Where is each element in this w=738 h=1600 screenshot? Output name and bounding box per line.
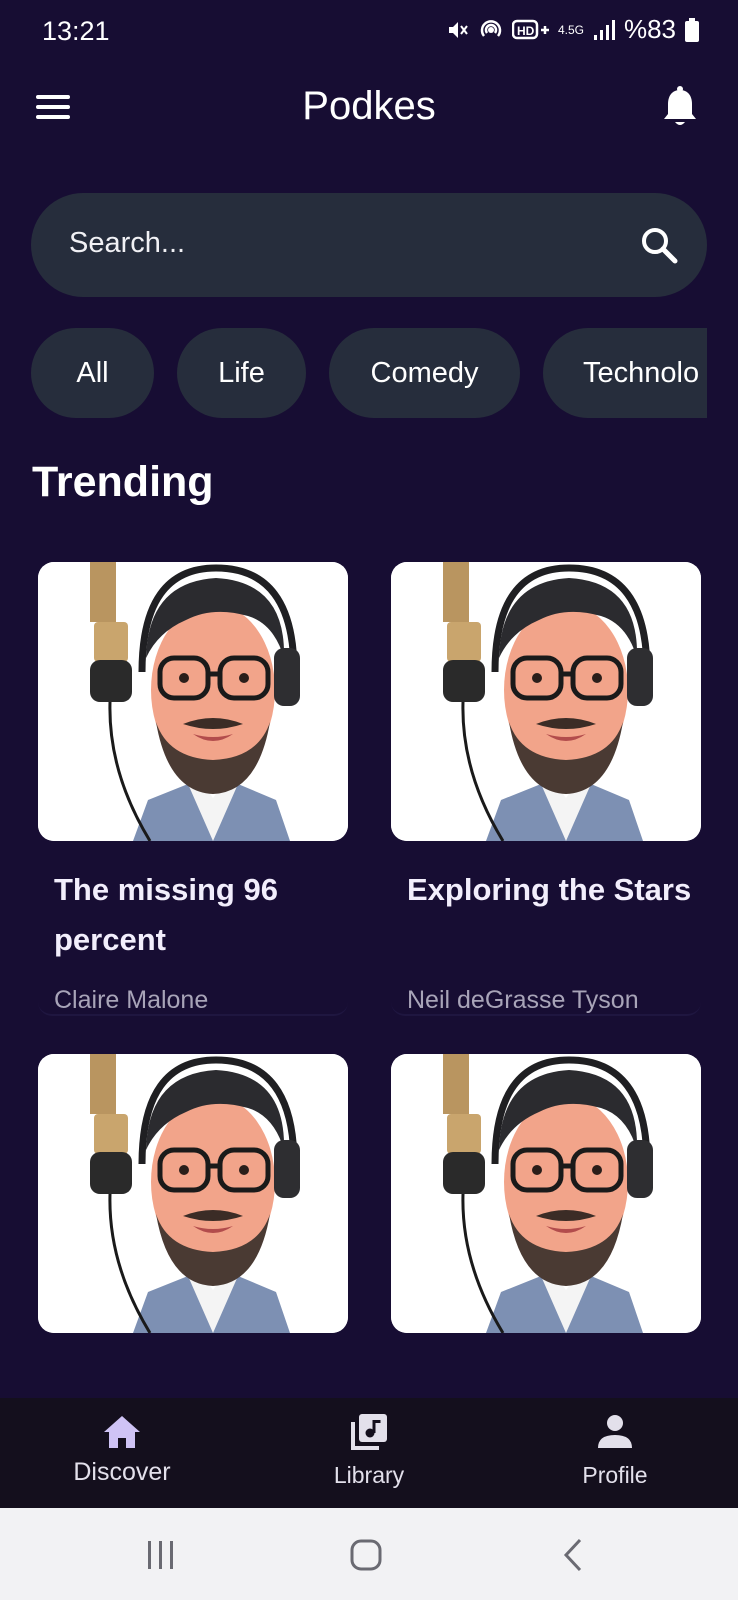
- nav-label-profile: Profile: [582, 1462, 648, 1488]
- podcast-cover-image: [38, 562, 348, 841]
- podcast-title: The missing 96 percent: [54, 872, 278, 957]
- bottom-navigation: Discover Library Profile: [0, 1398, 738, 1508]
- back-icon[interactable]: [549, 1530, 599, 1580]
- battery-percent: %83: [623, 14, 676, 44]
- home-icon: [104, 1416, 140, 1448]
- podcast-cover-image: [391, 1054, 701, 1333]
- app-bar: Podkes: [0, 70, 738, 144]
- nav-label-discover: Discover: [73, 1458, 171, 1486]
- bell-icon[interactable]: [660, 86, 700, 128]
- search-input[interactable]: Search...: [31, 193, 707, 297]
- home-circle-icon[interactable]: [341, 1530, 391, 1580]
- card-divider: [391, 1002, 701, 1016]
- podcast-card[interactable]: [38, 1054, 348, 1364]
- app-screen: 13:21 HD 4.5G %83 Podkes Search... All L…: [0, 0, 738, 1600]
- nav-library[interactable]: Library: [269, 1398, 469, 1508]
- chip-life[interactable]: Life: [177, 328, 306, 418]
- trending-heading: Trending: [32, 458, 214, 506]
- status-bar: 13:21 HD 4.5G %83: [0, 0, 738, 64]
- nav-profile[interactable]: Profile: [515, 1398, 715, 1508]
- signal-icon: [593, 19, 615, 40]
- podcast-cover-image: [391, 562, 701, 841]
- podcast-card[interactable]: Exploring the Stars Neil deGrasse Tyson: [391, 562, 701, 1016]
- chip-all[interactable]: All: [31, 328, 154, 418]
- nav-label-library: Library: [333, 1462, 405, 1488]
- svg-text:HD: HD: [517, 24, 535, 38]
- search-icon[interactable]: [639, 225, 679, 265]
- podcast-card[interactable]: [391, 1054, 701, 1364]
- hd-voice-icon: HD: [511, 19, 549, 39]
- status-icons: HD 4.5G %83: [446, 14, 700, 45]
- hotspot-icon: [480, 19, 502, 37]
- recents-icon[interactable]: [136, 1530, 186, 1580]
- category-chips: All Life Comedy Technolo: [31, 328, 707, 420]
- chip-comedy[interactable]: Comedy: [329, 328, 520, 418]
- person-icon: [598, 1415, 632, 1448]
- system-navigation-bar: [0, 1508, 738, 1600]
- card-divider: [38, 1002, 348, 1016]
- library-music-icon: [351, 1414, 387, 1450]
- chip-technology[interactable]: Technolo: [543, 328, 707, 418]
- search-placeholder: Search...: [69, 227, 186, 259]
- podcast-title: Exploring the Stars: [407, 872, 692, 907]
- app-title: Podkes: [302, 84, 436, 128]
- nav-discover[interactable]: Discover: [22, 1398, 222, 1508]
- network-type: 4.5G: [557, 22, 584, 37]
- battery-icon: [685, 17, 699, 42]
- podcast-card[interactable]: The missing 96 percent Claire Malone: [38, 562, 348, 1016]
- status-time: 13:21: [42, 16, 110, 46]
- mute-icon: [448, 21, 468, 38]
- podcast-cover-image: [38, 1054, 348, 1333]
